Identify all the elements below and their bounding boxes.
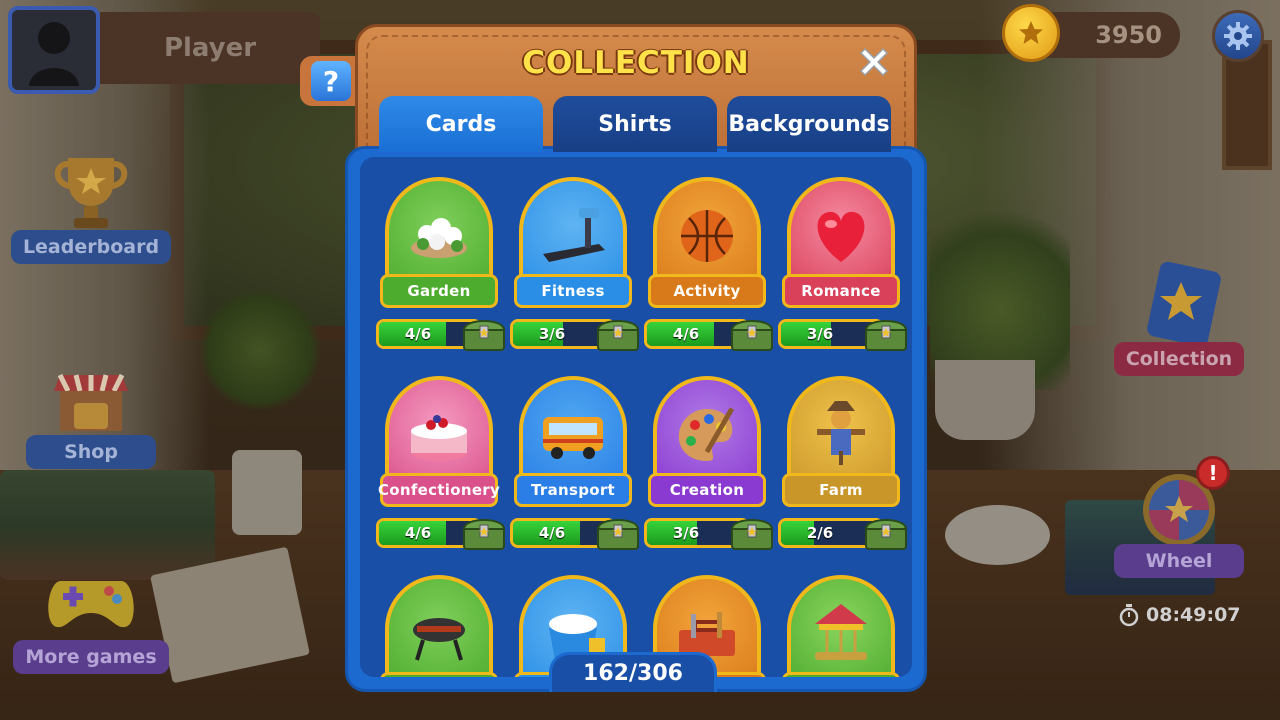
collection-card[interactable]: Confectionery 4/6: [376, 376, 510, 556]
album-icon: [1131, 261, 1227, 348]
card-grid[interactable]: Garden 4/6 Fitness 3/6 Activity 4/6 Romance 3/6…: [360, 157, 912, 677]
reward-chest-icon[interactable]: [728, 513, 776, 553]
reward-chest-icon[interactable]: [594, 513, 642, 553]
wheel-alert-badge: !: [1196, 456, 1230, 490]
carousel-icon: [787, 575, 895, 677]
coin-icon: [1002, 4, 1060, 62]
collection-total: 162/306: [549, 652, 717, 692]
collection-card[interactable]: [782, 575, 912, 677]
card-label: [380, 672, 498, 677]
more-games-button[interactable]: More games: [13, 560, 169, 674]
card-grid-board[interactable]: Garden 4/6 Fitness 3/6 Activity 4/6 Romance 3/6…: [345, 146, 927, 692]
progress-text: 4/6: [404, 524, 432, 542]
progress-text: 4/6: [672, 325, 700, 343]
card-label: Farm: [782, 473, 900, 507]
shop-icon: [43, 355, 139, 441]
leaderboard-button[interactable]: Leaderboard: [10, 150, 172, 264]
stopwatch-icon: [1119, 604, 1139, 627]
reward-chest-icon[interactable]: [460, 513, 508, 553]
collection-card[interactable]: Activity 4/6: [644, 177, 778, 357]
grill-icon: [385, 575, 493, 677]
tab-backgrounds[interactable]: Backgrounds: [727, 96, 891, 152]
card-label: Creation: [648, 473, 766, 507]
leaderboard-label: Leaderboard: [10, 230, 172, 264]
player-name: Player: [100, 12, 320, 84]
collection-card[interactable]: Transport 4/6: [510, 376, 644, 556]
close-icon: [859, 47, 889, 77]
timer-text: 08:49:07: [1146, 604, 1241, 626]
collection-card[interactable]: Romance 3/6: [778, 177, 912, 357]
help-button[interactable]: ?: [300, 56, 362, 106]
collection-card[interactable]: Creation 3/6: [644, 376, 778, 556]
card-label: Transport: [514, 473, 632, 507]
reward-chest-icon[interactable]: [594, 314, 642, 354]
collection-card[interactable]: Garden 4/6: [376, 177, 510, 357]
wheel-timer: 08:49:07: [1118, 600, 1258, 630]
panel-title: COLLECTION: [522, 45, 750, 81]
gear-icon: [1224, 22, 1252, 50]
card-label: Activity: [648, 274, 766, 308]
player-avatar[interactable]: [8, 6, 100, 94]
card-label: Fitness: [514, 274, 632, 308]
wheel-label: Wheel: [1114, 544, 1244, 578]
reward-chest-icon[interactable]: [460, 314, 508, 354]
card-label: Confectionery: [378, 473, 500, 507]
collection-card[interactable]: Fitness 3/6: [510, 177, 644, 357]
close-button[interactable]: [852, 40, 896, 84]
gamepad-icon: [43, 560, 139, 646]
progress-text: 3/6: [538, 325, 566, 343]
card-label: Garden: [380, 274, 498, 308]
collection-card[interactable]: Farm 2/6: [778, 376, 912, 556]
help-icon: ?: [311, 61, 351, 101]
card-label: [782, 672, 900, 677]
collection-card[interactable]: [380, 575, 510, 677]
collection-button[interactable]: Collection: [1104, 261, 1254, 376]
progress-text: 4/6: [538, 524, 566, 542]
progress-text: 2/6: [806, 524, 834, 542]
tab-shirts[interactable]: Shirts: [553, 96, 717, 152]
reward-chest-icon[interactable]: [862, 314, 910, 354]
tab-cards[interactable]: Cards: [379, 96, 543, 152]
card-label: Romance: [782, 274, 900, 308]
shop-label: Shop: [26, 435, 156, 469]
reward-chest-icon[interactable]: [728, 314, 776, 354]
avatar-silhouette-icon: [29, 22, 79, 86]
more-games-label: More games: [13, 640, 169, 674]
progress-text: 3/6: [806, 325, 834, 343]
collection-label: Collection: [1113, 342, 1245, 376]
reward-chest-icon[interactable]: [862, 513, 910, 553]
wheel-button[interactable]: Wheel: [1104, 464, 1254, 578]
progress-text: 4/6: [404, 325, 432, 343]
settings-button[interactable]: [1212, 10, 1264, 62]
shop-button[interactable]: Shop: [16, 355, 166, 469]
progress-text: 3/6: [672, 524, 700, 542]
trophy-icon: [43, 150, 139, 236]
